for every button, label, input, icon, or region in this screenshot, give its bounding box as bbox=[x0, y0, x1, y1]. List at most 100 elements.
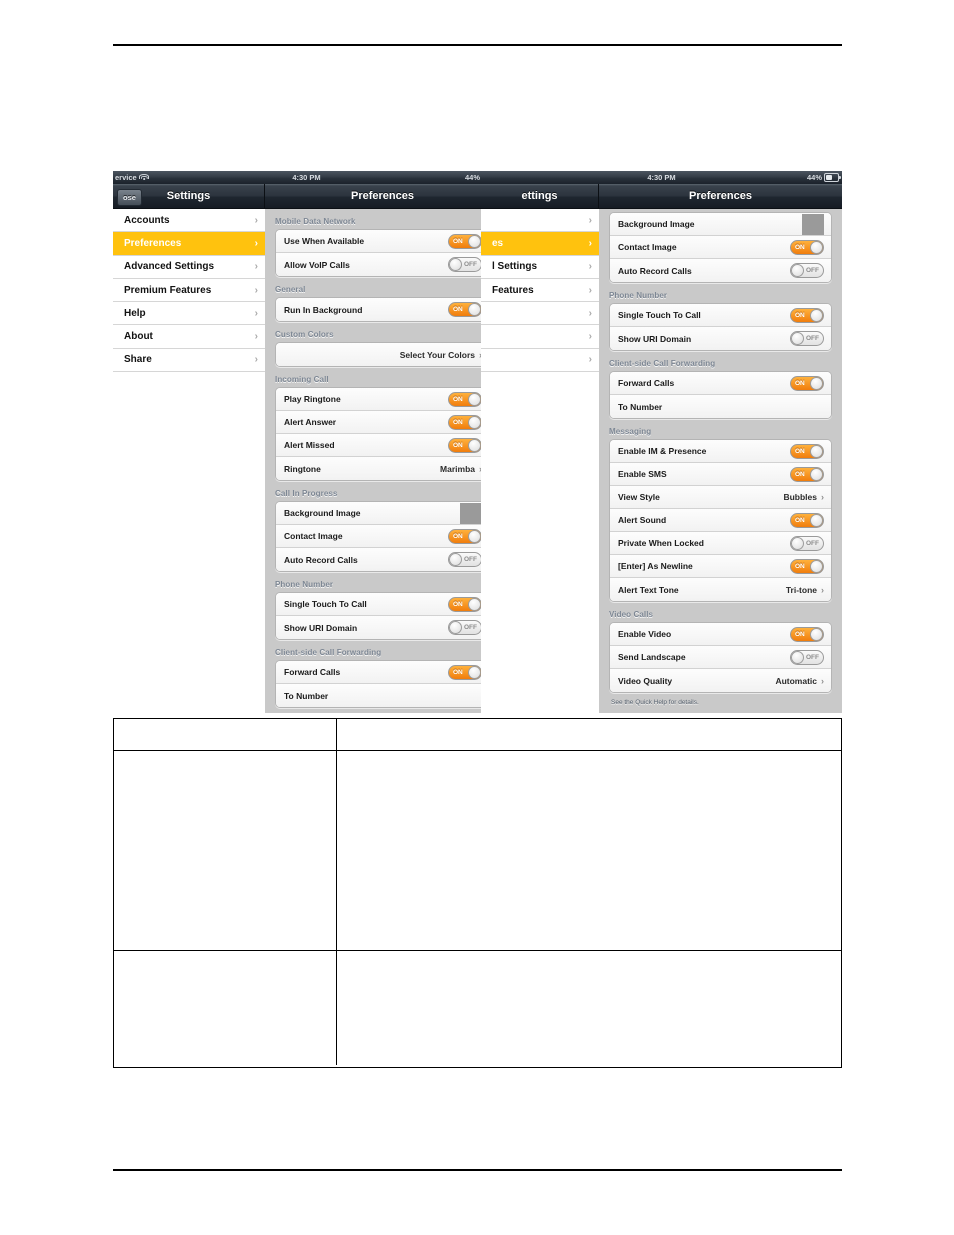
toggle-switch[interactable]: ON bbox=[790, 443, 824, 459]
settings-row-alert-text-tone[interactable]: Alert Text Tone Tri-tone › bbox=[610, 578, 831, 601]
toggle-knob[interactable] bbox=[468, 415, 481, 429]
sidebar-item-advanced-settings[interactable]: Advanced Settings › bbox=[113, 255, 265, 279]
settings-row-show-uri-domain[interactable]: Show URI Domain OFF bbox=[276, 616, 489, 639]
toggle-knob[interactable] bbox=[810, 513, 823, 527]
toggle-switch[interactable]: OFF bbox=[448, 552, 482, 567]
toggle-knob[interactable] bbox=[791, 536, 804, 550]
sidebar-item-help[interactable]: Help › bbox=[113, 302, 265, 326]
settings-row-select-your-colors[interactable]: Select Your Colors› bbox=[276, 343, 489, 366]
settings-row-background-image[interactable]: Background Image bbox=[610, 213, 831, 236]
toggle-switch[interactable]: ON bbox=[448, 233, 482, 249]
settings-row-alert-missed[interactable]: Alert Missed ON bbox=[276, 434, 489, 457]
sidebar-item-accounts[interactable]: Accounts › bbox=[113, 209, 265, 233]
toggle-switch[interactable]: ON bbox=[790, 626, 824, 642]
toggle-knob[interactable] bbox=[468, 529, 481, 543]
settings-row-private-when-locked[interactable]: Private When Locked OFF bbox=[610, 532, 831, 555]
toggle-switch[interactable]: ON bbox=[448, 596, 482, 612]
toggle-switch[interactable]: OFF bbox=[790, 331, 824, 346]
toggle-knob[interactable] bbox=[449, 621, 462, 634]
close-button-left[interactable]: ose bbox=[117, 189, 142, 206]
toggle-switch[interactable]: OFF bbox=[790, 263, 824, 278]
toggle-switch[interactable]: ON bbox=[448, 664, 482, 680]
settings-row-alert-answer[interactable]: Alert Answer ON bbox=[276, 411, 489, 434]
toggle-knob[interactable] bbox=[468, 303, 481, 316]
toggle-knob[interactable] bbox=[810, 240, 823, 254]
settings-row-show-uri-domain[interactable]: Show URI Domain OFF bbox=[610, 327, 831, 350]
settings-row-single-touch-to-call[interactable]: Single Touch To Call ON bbox=[610, 304, 831, 327]
toggle-switch[interactable]: ON bbox=[790, 375, 824, 391]
sidebar-item-preferences[interactable]: Preferences › bbox=[113, 232, 265, 256]
settings-row-auto-record-calls[interactable]: Auto Record Calls OFF bbox=[276, 548, 489, 571]
settings-row-video-quality[interactable]: Video Quality Automatic › bbox=[610, 669, 831, 692]
toggle-knob[interactable] bbox=[810, 467, 823, 481]
toggle-switch[interactable]: ON bbox=[448, 414, 482, 430]
sidebar-list-left[interactable]: Accounts › Preferences › Advanced Settings › P… bbox=[113, 209, 266, 713]
preferences-detail-right[interactable]: Background Image Contact Image ON Auto Reco… bbox=[599, 209, 842, 713]
sidebar-item-es[interactable]: es › bbox=[481, 232, 599, 256]
settings-row-contact-image[interactable]: Contact Image ON bbox=[610, 236, 831, 259]
settings-row-ringtone[interactable]: RingtoneMarimba› bbox=[276, 457, 489, 480]
toggle-knob[interactable] bbox=[468, 392, 481, 406]
toggle-knob[interactable] bbox=[468, 438, 481, 452]
toggle-knob[interactable] bbox=[468, 234, 481, 248]
sidebar-list-right[interactable]: › es › l Settings › Features › › › › bbox=[481, 209, 600, 713]
settings-row-alert-sound[interactable]: Alert Sound ON bbox=[610, 509, 831, 532]
sidebar-item-blank[interactable]: › bbox=[481, 209, 599, 233]
settings-row-single-touch-to-call[interactable]: Single Touch To Call ON bbox=[276, 593, 489, 616]
background-image-swatch[interactable] bbox=[460, 502, 482, 524]
settings-row-to-number[interactable]: To Number bbox=[276, 684, 489, 707]
settings-row-to-number[interactable]: To Number bbox=[610, 395, 831, 418]
toggle-knob[interactable] bbox=[810, 376, 823, 390]
toggle-switch[interactable]: ON bbox=[790, 466, 824, 482]
sidebar-item-features[interactable]: Features › bbox=[481, 278, 599, 303]
settings-row-use-when-available[interactable]: Use When Available ON bbox=[276, 230, 489, 253]
toggle-knob[interactable] bbox=[810, 559, 823, 573]
sidebar-item-blank[interactable]: › bbox=[481, 325, 599, 349]
toggle-switch[interactable]: OFF bbox=[790, 535, 824, 551]
toggle-switch[interactable]: ON bbox=[448, 302, 482, 317]
toggle-switch[interactable]: ON bbox=[790, 307, 824, 323]
settings-row-enable-sms[interactable]: Enable SMS ON bbox=[610, 463, 831, 486]
toggle-switch[interactable]: ON bbox=[790, 239, 824, 255]
settings-row-contact-image[interactable]: Contact Image ON bbox=[276, 525, 489, 548]
toggle-knob[interactable] bbox=[810, 308, 823, 322]
sidebar-item-premium-features[interactable]: Premium Features › bbox=[113, 278, 265, 303]
navbar-title-settings-right: ettings bbox=[521, 190, 558, 202]
toggle-switch[interactable]: OFF bbox=[448, 620, 482, 635]
settings-row-auto-record-calls[interactable]: Auto Record Calls OFF bbox=[610, 259, 831, 282]
settings-row-allow-voip-calls[interactable]: Allow VoIP Calls OFF bbox=[276, 253, 489, 276]
toggle-knob[interactable] bbox=[791, 650, 804, 664]
preferences-detail-left[interactable]: Mobile Data Network Use When Available ON A… bbox=[265, 209, 500, 713]
settings-row-play-ringtone[interactable]: Play Ringtone ON bbox=[276, 388, 489, 411]
toggle-switch[interactable]: ON bbox=[448, 391, 482, 407]
sidebar-item-about[interactable]: About › bbox=[113, 325, 265, 349]
toggle-switch[interactable]: ON bbox=[448, 528, 482, 544]
settings-row-forward-calls[interactable]: Forward Calls ON bbox=[610, 372, 831, 395]
toggle-knob[interactable] bbox=[810, 627, 823, 641]
settings-row-enable-im-presence[interactable]: Enable IM & Presence ON bbox=[610, 440, 831, 463]
toggle-switch[interactable]: OFF bbox=[448, 257, 482, 272]
settings-row-background-image[interactable]: Background Image bbox=[276, 502, 489, 525]
toggle-switch[interactable]: OFF bbox=[790, 649, 824, 665]
settings-row-send-landscape[interactable]: Send Landscape OFF bbox=[610, 646, 831, 669]
settings-row-run-in-background[interactable]: Run In Background ON bbox=[276, 298, 489, 321]
toggle-switch[interactable]: ON bbox=[448, 437, 482, 453]
toggle-knob[interactable] bbox=[449, 258, 462, 271]
toggle-knob[interactable] bbox=[791, 332, 804, 345]
background-image-swatch[interactable] bbox=[802, 213, 824, 235]
sidebar-item-l-settings[interactable]: l Settings › bbox=[481, 255, 599, 279]
toggle-knob[interactable] bbox=[449, 553, 462, 566]
sidebar-item-blank[interactable]: › bbox=[481, 348, 599, 373]
toggle-knob[interactable] bbox=[468, 665, 481, 679]
sidebar-item-share[interactable]: Share › bbox=[113, 348, 265, 373]
settings-row-forward-calls[interactable]: Forward Calls ON bbox=[276, 661, 489, 684]
toggle-knob[interactable] bbox=[468, 597, 481, 611]
toggle-switch[interactable]: ON bbox=[790, 512, 824, 528]
settings-row-enable-video[interactable]: Enable Video ON bbox=[610, 623, 831, 646]
toggle-knob[interactable] bbox=[791, 264, 804, 277]
toggle-knob[interactable] bbox=[810, 444, 823, 458]
settings-row-view-style[interactable]: View Style Bubbles › bbox=[610, 486, 831, 509]
settings-row-enter-as-newline[interactable]: [Enter] As Newline ON bbox=[610, 555, 831, 578]
sidebar-item-blank[interactable]: › bbox=[481, 302, 599, 326]
toggle-switch[interactable]: ON bbox=[790, 558, 824, 574]
